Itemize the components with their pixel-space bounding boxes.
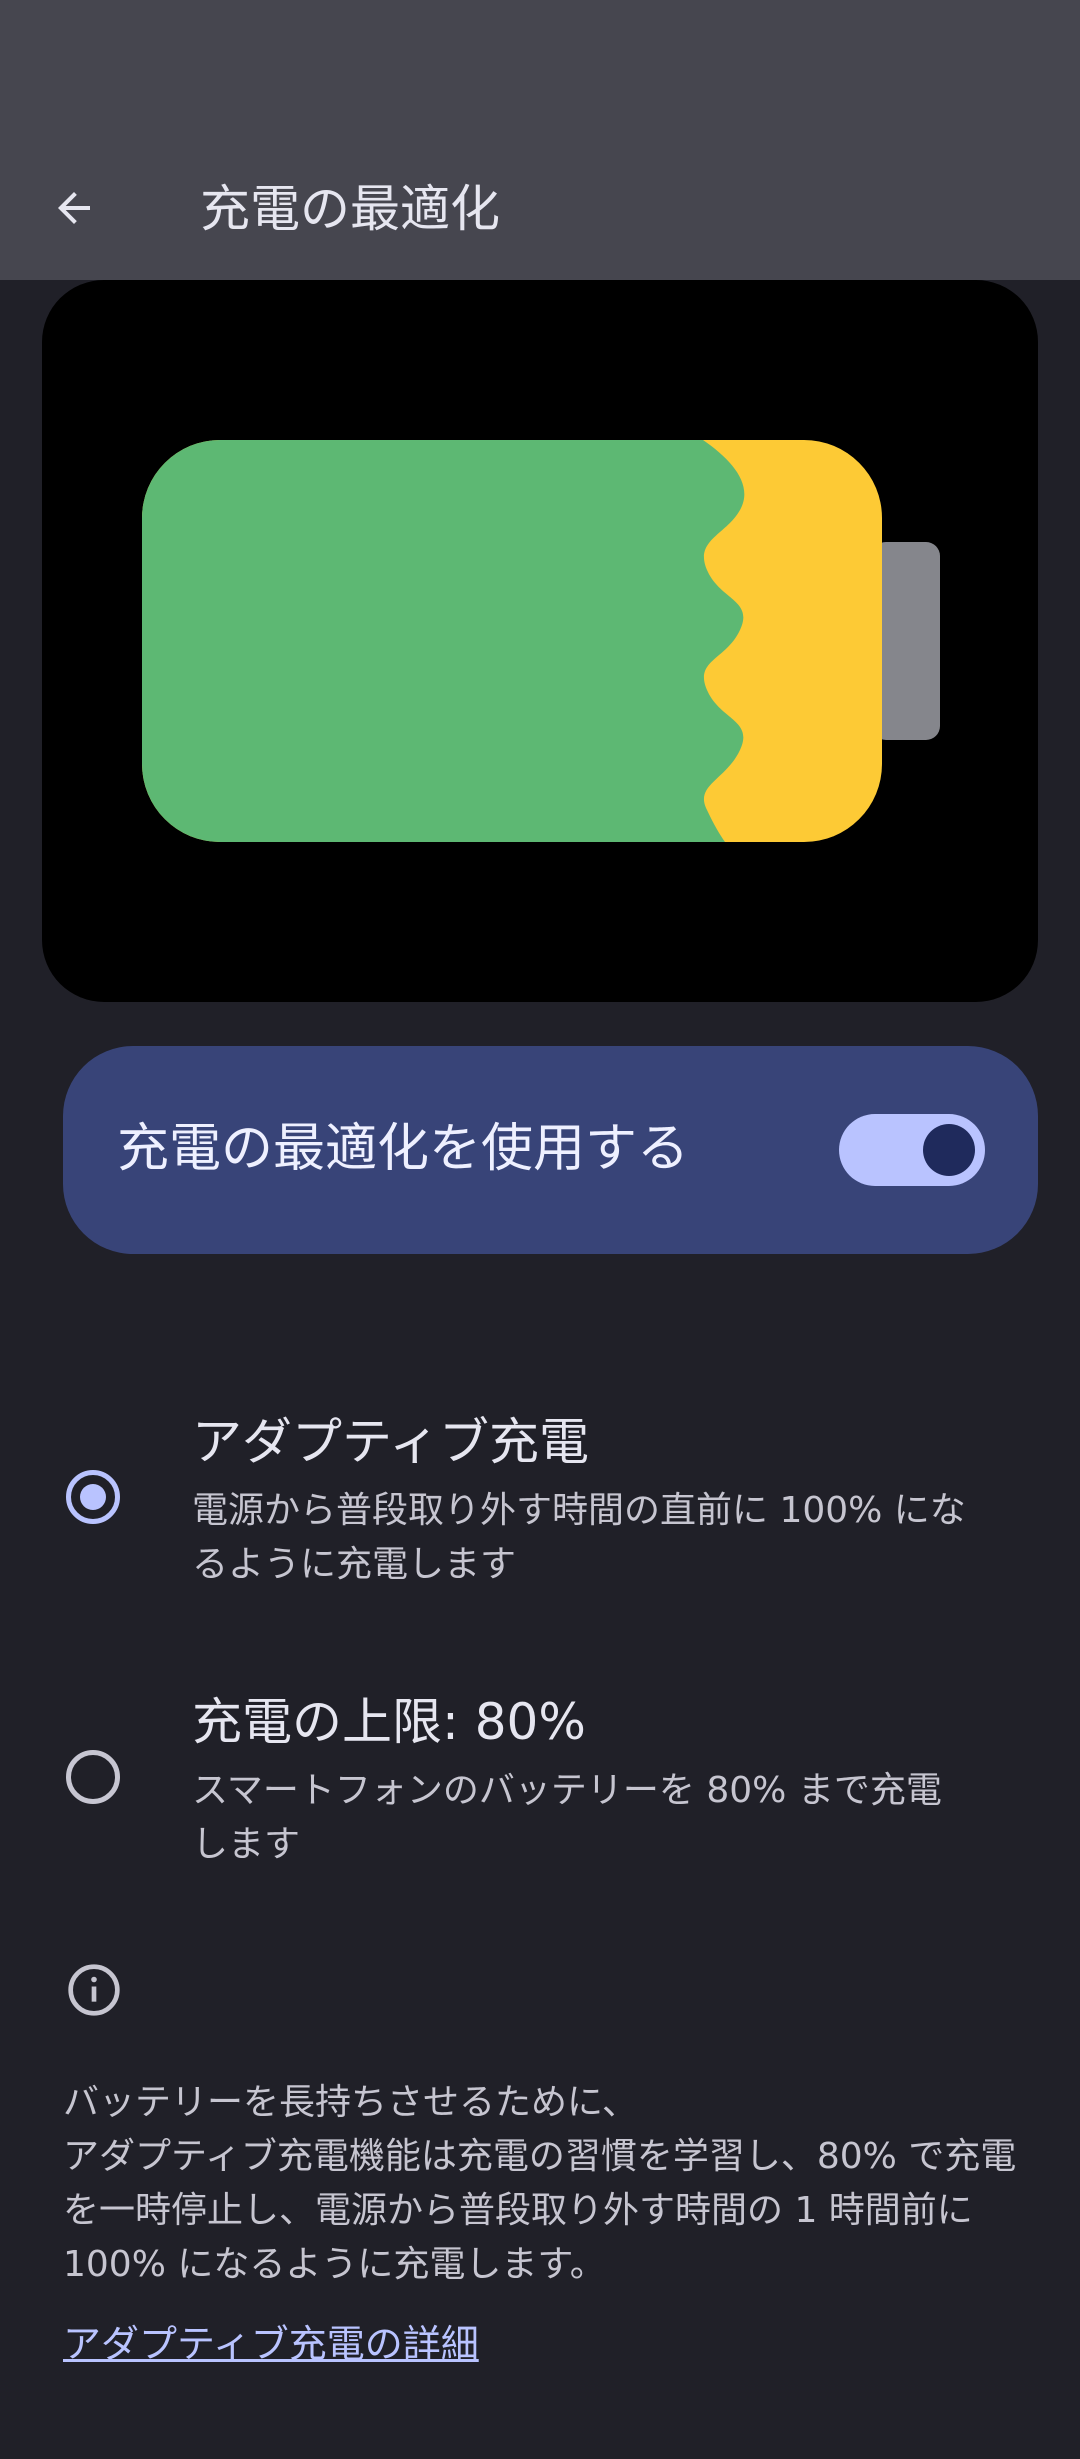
option-adaptive-charging[interactable]: アダプティブ充電 電源から普段取り外す時間の直前に 100% になるように充電し…	[0, 1400, 1080, 1630]
battery-terminal	[872, 542, 940, 740]
page-title: 充電の最適化	[200, 180, 500, 238]
option-charge-limit[interactable]: 充電の上限: 80% スマートフォンのバッテリーを 80% まで充電します	[0, 1680, 1080, 1910]
radio-adaptive-charging[interactable]	[66, 1470, 120, 1524]
battery-charge-level	[142, 440, 745, 842]
option-title: アダプティブ充電	[192, 1413, 589, 1471]
main-toggle-switch[interactable]	[839, 1114, 985, 1186]
option-description: スマートフォンのバッテリーを 80% まで充電します	[192, 1770, 942, 1865]
battery-illustration	[42, 280, 1038, 1002]
option-description: 電源から普段取り外す時間の直前に 100% になるように充電します	[192, 1490, 966, 1585]
use-charging-optimization-row[interactable]: 充電の最適化を使用する	[63, 1046, 1038, 1254]
option-title: 充電の上限: 80%	[192, 1693, 586, 1751]
switch-thumb	[923, 1124, 975, 1176]
radio-charge-limit[interactable]	[66, 1750, 120, 1804]
radio-selected-dot	[80, 1484, 106, 1510]
info-text: バッテリーを長持ちさせるために、 アダプティブ充電機能は充電の習慣を学習し、80…	[63, 2082, 1017, 2285]
info-icon	[66, 1962, 122, 2018]
main-toggle-label: 充電の最適化を使用する	[117, 1119, 690, 1179]
learn-more-link[interactable]: アダプティブ充電の詳細	[63, 2316, 479, 2372]
back-button[interactable]	[34, 168, 114, 248]
app-bar: 充電の最適化	[0, 110, 1080, 280]
status-bar	[0, 0, 1080, 110]
arrow-back-icon	[58, 192, 90, 224]
